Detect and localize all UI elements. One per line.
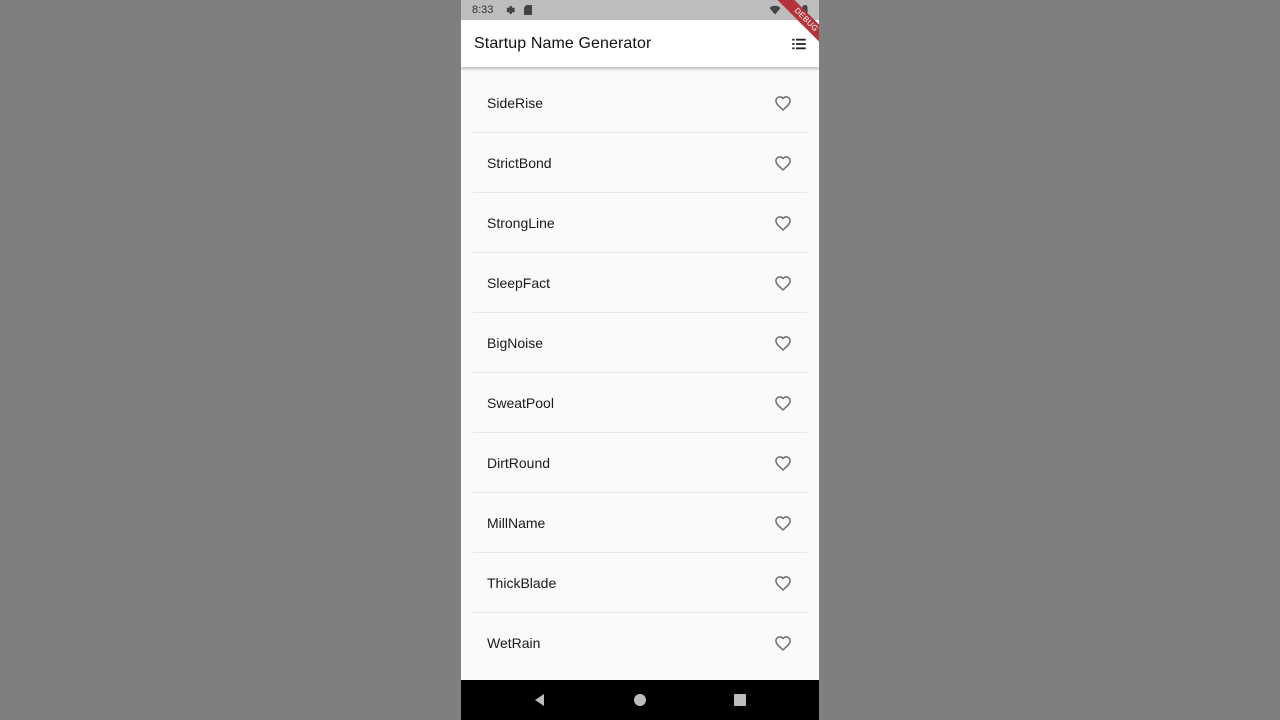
list-item[interactable]: StrongLine bbox=[473, 193, 807, 253]
list-item[interactable]: SweatPool bbox=[473, 373, 807, 433]
settings-icon bbox=[506, 6, 515, 14]
heart-outline-icon[interactable] bbox=[773, 333, 793, 353]
home-icon[interactable] bbox=[632, 692, 648, 708]
list-item-label: SweatPool bbox=[487, 395, 554, 411]
heart-outline-icon[interactable] bbox=[773, 153, 793, 173]
list-item-label: BigNoise bbox=[487, 335, 544, 351]
sd-card-icon bbox=[524, 5, 532, 15]
heart-outline-icon[interactable] bbox=[773, 213, 793, 233]
list-item-label: StrictBond bbox=[487, 155, 552, 171]
list-item-label: SleepFact bbox=[487, 275, 551, 291]
status-time: 8:33 bbox=[472, 4, 494, 16]
list-item-label: WetRain bbox=[487, 635, 541, 651]
list-item[interactable]: ThickBlade bbox=[473, 553, 807, 613]
status-bar: 8:33 bbox=[461, 0, 819, 20]
recents-icon[interactable] bbox=[732, 692, 748, 708]
heart-outline-icon[interactable] bbox=[773, 633, 793, 653]
list-item[interactable]: DirtRound bbox=[473, 433, 807, 493]
list-item-label: StrongLine bbox=[487, 215, 555, 231]
heart-outline-icon[interactable] bbox=[773, 453, 793, 473]
phone-screen: 8:33 DEBUG Startup Name Generator SideRi… bbox=[461, 0, 819, 720]
back-icon[interactable] bbox=[532, 692, 548, 708]
app-bar: Startup Name Generator bbox=[461, 20, 819, 67]
list-item[interactable]: SleepFact bbox=[473, 253, 807, 313]
heart-outline-icon[interactable] bbox=[773, 573, 793, 593]
list-icon bbox=[792, 38, 806, 50]
list-item-label: DirtRound bbox=[487, 455, 551, 471]
list-item-label: MillName bbox=[487, 515, 546, 531]
heart-outline-icon[interactable] bbox=[773, 93, 793, 113]
list-item[interactable]: MillName bbox=[473, 493, 807, 553]
list-item-label: SideRise bbox=[487, 95, 544, 111]
saved-list-button[interactable] bbox=[789, 34, 809, 54]
list-item-label: ThickBlade bbox=[487, 575, 557, 591]
list-item[interactable]: StrictBond bbox=[473, 133, 807, 193]
wifi-icon bbox=[769, 5, 781, 15]
list-item[interactable]: SideRise bbox=[473, 73, 807, 133]
app-title: Startup Name Generator bbox=[474, 35, 652, 52]
name-list: SideRise StrictBond StrongLine SleepFact bbox=[473, 73, 807, 673]
system-nav-bar bbox=[461, 680, 819, 720]
heart-outline-icon[interactable] bbox=[773, 513, 793, 533]
heart-outline-icon[interactable] bbox=[773, 393, 793, 413]
list-item[interactable]: WetRain bbox=[473, 613, 807, 673]
list-item[interactable]: BigNoise bbox=[473, 313, 807, 373]
heart-outline-icon[interactable] bbox=[773, 273, 793, 293]
